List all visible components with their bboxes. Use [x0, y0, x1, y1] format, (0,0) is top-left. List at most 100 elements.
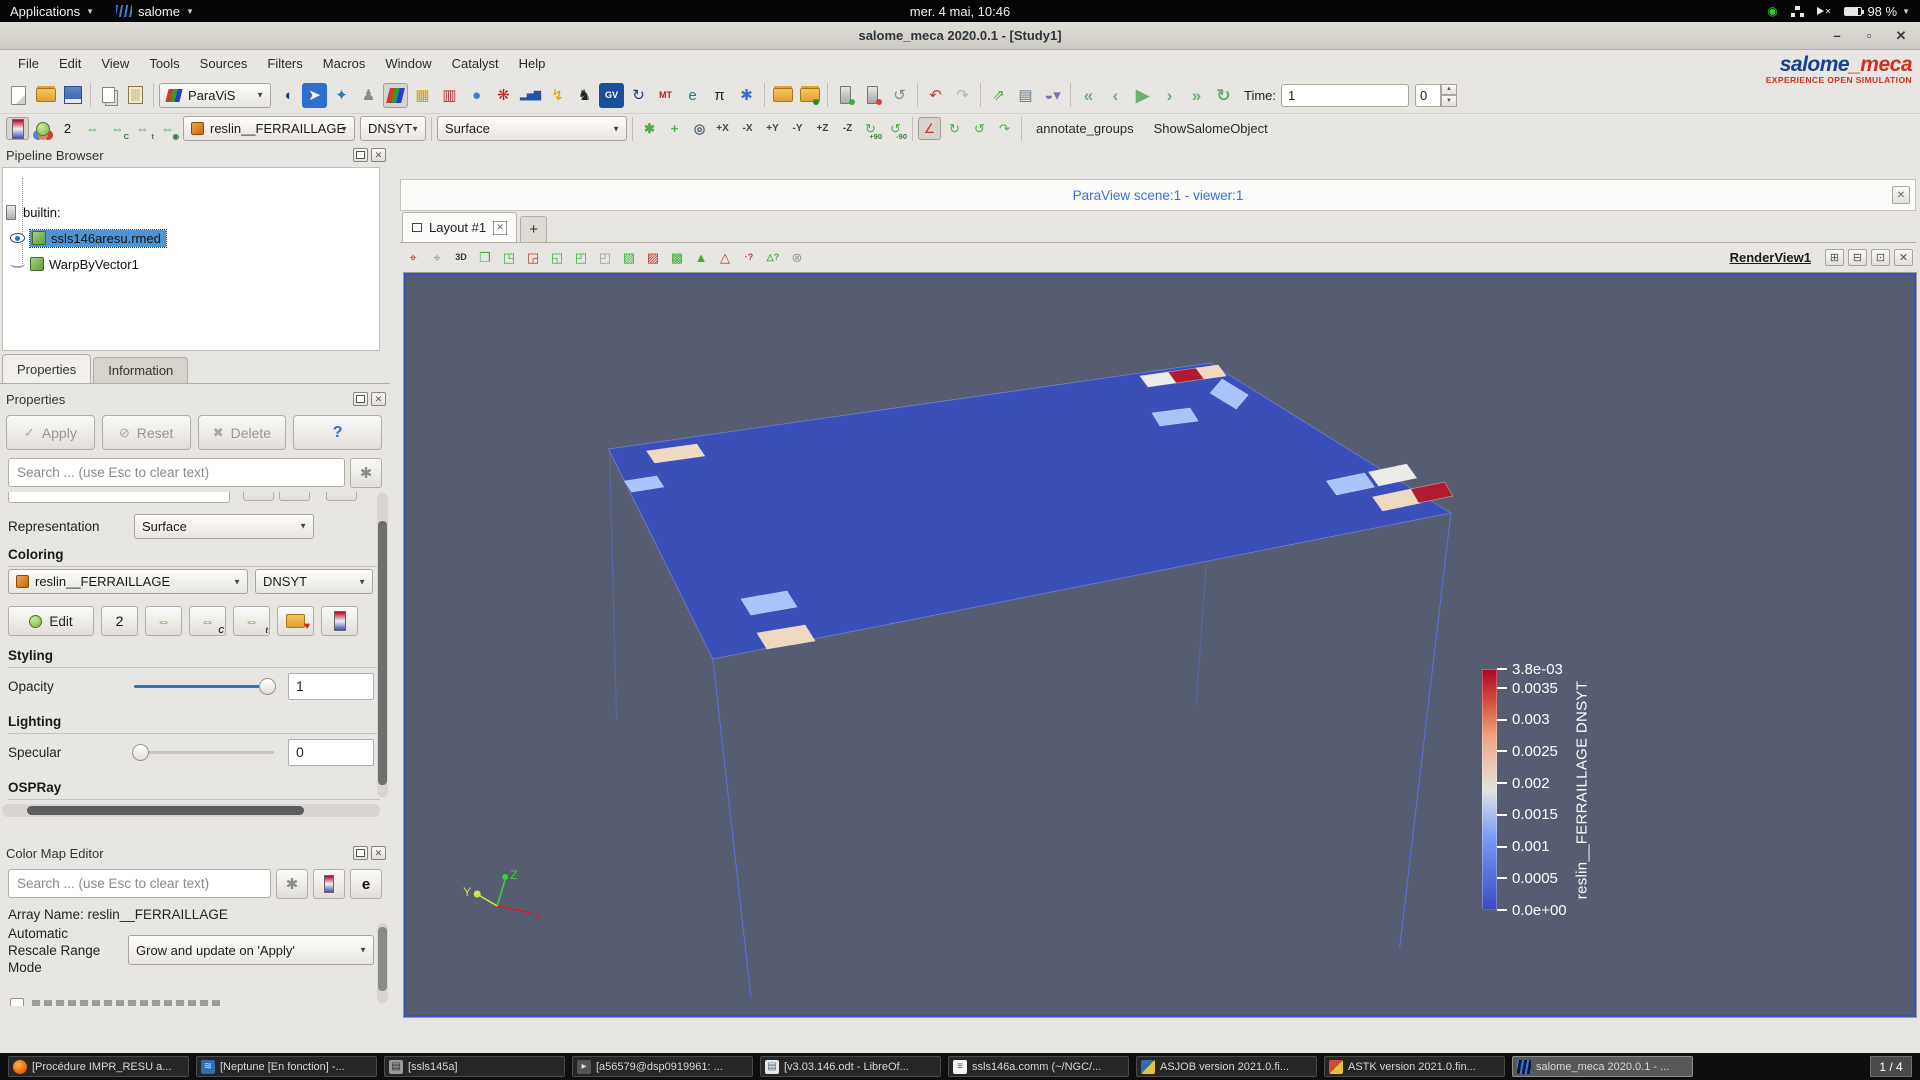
color-legend[interactable]: 3.8e-03 0.0035 0.003 0.0025 0.002 0.0015 0.001… — [1478, 661, 1688, 919]
rotate-90-cw-icon[interactable]: ↻ +90 — [859, 117, 882, 141]
color-array-combo[interactable]: reslin__FERRAILLAGE ▼ — [183, 116, 355, 141]
edit-camera-icon[interactable]: ⌖ — [402, 247, 424, 269]
reset-session-icon[interactable]: ↺ — [887, 83, 912, 108]
toggle-color-legend-icon[interactable] — [6, 117, 29, 140]
selected-item[interactable]: ssls146aresu.rmed — [29, 228, 167, 248]
geometry-module-icon[interactable]: ➤ — [302, 82, 327, 108]
volume-muted-icon[interactable]: ✕ — [1816, 7, 1831, 16]
connect-server-icon[interactable] — [833, 83, 858, 108]
render-viewport[interactable]: Z x Y 3.8e-03 0.0035 0.003 0.0025 0.002 0.001… — [404, 273, 1916, 1017]
zoom-in-rect-icon[interactable]: ◳ — [498, 247, 520, 269]
macro-show-salome-object[interactable]: ShowSalomeObject — [1145, 117, 1277, 140]
checkbox[interactable] — [10, 998, 24, 1006]
visibility-on-icon[interactable] — [9, 233, 25, 243]
task-editor[interactable]: ≡ ssls146a.comm (~/NGC/... — [948, 1056, 1129, 1077]
menu-item[interactable]: Tools — [139, 52, 189, 75]
select-cells-rect-icon[interactable]: ◰ — [570, 247, 592, 269]
specular-input[interactable] — [288, 738, 374, 766]
zoom-to-box-icon[interactable]: ◎ — [688, 117, 711, 140]
eficas-module-icon[interactable]: GV — [599, 82, 624, 108]
yacs-module-icon[interactable]: ▦ — [410, 83, 435, 108]
rescale-to-custom-range-icon[interactable]: ⇔ C — [189, 606, 226, 636]
menu-item[interactable]: Filters — [257, 52, 312, 75]
last-frame-icon[interactable]: » — [1184, 83, 1209, 108]
pi-module-icon[interactable]: π — [707, 83, 732, 108]
rescale-to-visible-icon[interactable]: ⇔ ◉ — [156, 117, 179, 141]
color-palette-icon[interactable]: ◒▾ — [1040, 83, 1065, 108]
frame-up-button[interactable]: ▲ — [1441, 83, 1458, 95]
ma-module-icon[interactable]: ↯ — [545, 83, 570, 108]
new-document-icon[interactable] — [6, 83, 31, 108]
previous-frame-icon[interactable]: ‹ — [1103, 83, 1128, 108]
rotate-view-cw-icon[interactable]: ↻ — [943, 117, 966, 140]
menu-item[interactable]: Help — [509, 52, 556, 75]
view-minus-y-icon[interactable]: -Y — [786, 117, 809, 140]
edit-in-editor-icon[interactable]: e — [350, 869, 382, 899]
settings-gear-icon[interactable]: ✱ — [734, 83, 759, 108]
select-points-rect-icon[interactable]: ◰ — [594, 247, 616, 269]
zoom-to-data-icon[interactable]: + — [663, 117, 686, 140]
horizontal-scrollbar[interactable] — [2, 804, 380, 817]
menu-item[interactable]: Window — [375, 52, 441, 75]
recording-indicator-icon[interactable]: ◉ — [1767, 4, 1777, 18]
first-frame-icon[interactable]: « — [1076, 83, 1101, 108]
menu-item[interactable]: Sources — [190, 52, 258, 75]
component-combo[interactable]: DNSYT ▼ — [360, 116, 426, 141]
interactive-select-cells-icon[interactable]: ▲ — [690, 247, 712, 269]
task-libreoffice[interactable]: ▤ [v3.03.146.odt - LibreOf... — [760, 1056, 941, 1077]
task-asjob[interactable]: ASJOB version 2021.0.fi... — [1136, 1056, 1317, 1077]
view-minus-z-icon[interactable]: -Z — [836, 117, 859, 140]
close-scene-icon[interactable]: ✕ — [1892, 186, 1910, 204]
zoom-box-icon[interactable]: ◱ — [546, 247, 568, 269]
rescale-to-data-range-icon[interactable]: ⇔ — [81, 117, 104, 140]
specular-slider[interactable] — [132, 737, 274, 767]
undo-icon[interactable]: ↶ — [923, 83, 948, 108]
task-neptune[interactable]: ≋ [Neptune [En fonction] -... — [196, 1056, 377, 1077]
zoom-closest-icon[interactable]: ❒ — [474, 247, 496, 269]
scrollbar-thumb[interactable] — [378, 927, 387, 991]
close-dock-button[interactable]: ✕ — [371, 846, 386, 860]
opacity-slider-handle[interactable] — [259, 678, 276, 695]
search-options-gear-icon[interactable]: ✱ — [276, 869, 308, 899]
clock[interactable]: mer. 4 mai, 10:46 — [910, 4, 1010, 19]
visibility-off-icon[interactable] — [9, 260, 25, 268]
export-scene-icon[interactable]: ⇗ — [986, 83, 1011, 108]
close-view-icon[interactable]: ✕ — [1894, 249, 1913, 266]
pipeline-item-source[interactable]: ssls146aresu.rmed — [4, 226, 378, 250]
task-ssls145a[interactable]: ▤ [ssls145a] — [384, 1056, 565, 1077]
frame-down-button[interactable]: ▼ — [1441, 95, 1458, 107]
paste-icon[interactable] — [123, 83, 148, 108]
menu-item[interactable]: Macros — [313, 52, 376, 75]
menu-item[interactable]: File — [8, 52, 49, 75]
load-state-icon[interactable] — [797, 83, 822, 108]
rescale-mode-select[interactable]: Grow and update on 'Apply' ▼ — [128, 935, 374, 965]
rotate-90-ccw-icon[interactable]: ↺ -90 — [884, 117, 907, 141]
edit-color-map-icon[interactable] — [31, 117, 54, 140]
asterstudy-module-icon[interactable]: ♞ — [572, 83, 597, 108]
hover-cells-icon[interactable]: △? — [762, 247, 784, 269]
task-terminal[interactable]: ▸ [a56579@dsp0919961: ... — [572, 1056, 753, 1077]
menu-item[interactable]: Catalyst — [442, 52, 509, 75]
battery-indicator[interactable]: 98 % ▼ — [1844, 4, 1910, 19]
help-button[interactable]: ? — [293, 415, 382, 450]
edit-color-map-2-icon[interactable]: 2 — [101, 606, 138, 636]
rotate-view-ccw-icon[interactable]: ↺ — [968, 117, 991, 140]
delete-button[interactable]: ✖ Delete — [197, 415, 287, 450]
clear-selection-icon[interactable]: ⊗ — [786, 247, 808, 269]
float-dock-button[interactable] — [353, 148, 368, 162]
module-selector-combo[interactable]: ParaViS ▼ — [159, 82, 271, 108]
macro-annotate-groups[interactable]: annotate_groups — [1027, 117, 1143, 140]
select-points-polygon-icon[interactable]: ▨ — [642, 247, 664, 269]
rescale-over-time-icon[interactable]: ⇔ t — [131, 117, 154, 141]
europlexus-module-icon[interactable]: e — [680, 83, 705, 108]
pipeline-item-filter[interactable]: WarpByVector1 — [4, 252, 378, 276]
save-study-icon[interactable] — [60, 83, 85, 108]
med-module-icon[interactable]: ● — [464, 83, 489, 108]
colormap-preset-icon[interactable] — [313, 869, 345, 899]
split-horizontal-icon[interactable]: ⊞ — [1825, 249, 1844, 266]
open-data-file-icon[interactable] — [770, 83, 795, 108]
disconnect-server-icon[interactable] — [860, 83, 885, 108]
interaction-mode-3d-icon[interactable]: 3D — [450, 247, 472, 269]
apply-button[interactable]: ✓ Apply — [6, 415, 95, 450]
search-options-gear-icon[interactable]: ✱ — [350, 458, 382, 488]
